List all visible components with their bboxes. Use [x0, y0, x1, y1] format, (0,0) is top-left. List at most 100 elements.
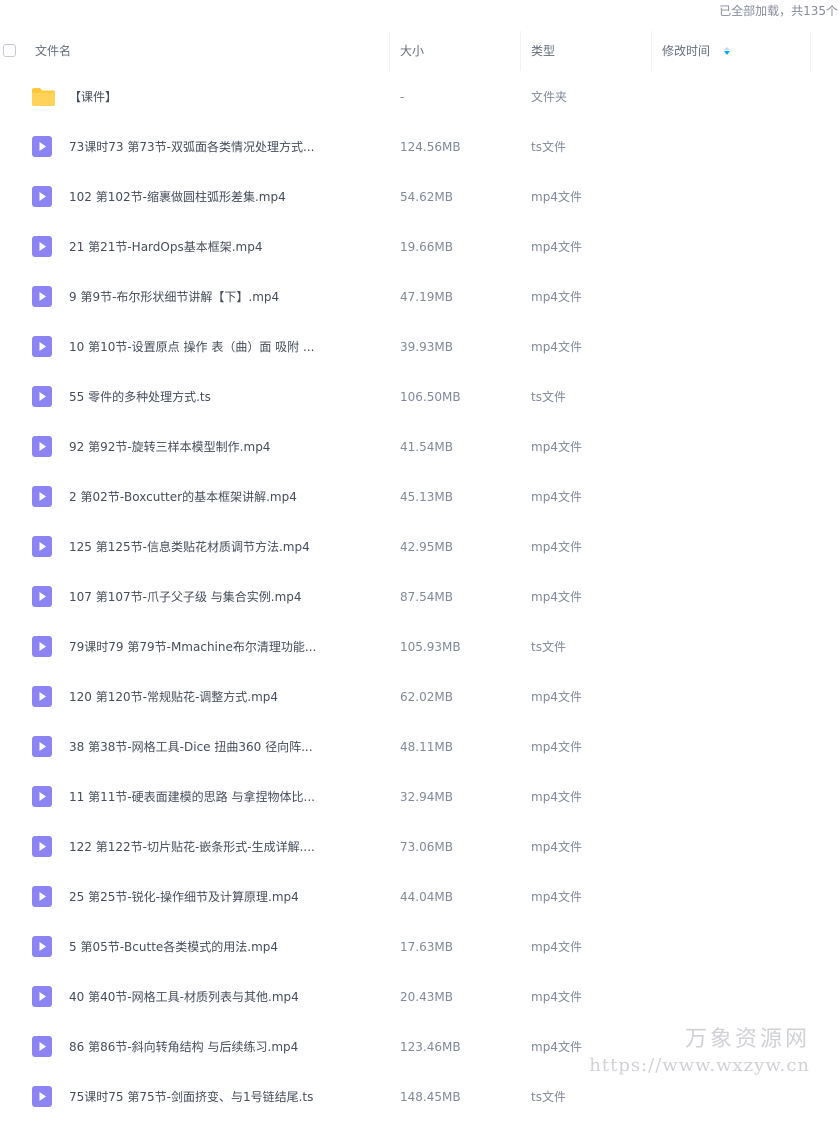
file-type: mp4文件: [531, 340, 582, 354]
file-name[interactable]: 21 第21节-HardOps基本框架.mp4: [69, 222, 262, 272]
file-size: 105.93MB: [400, 640, 461, 654]
file-name[interactable]: 10 第10节-设置原点 操作 表（曲）面 吸附 ...: [69, 322, 314, 372]
video-file-icon: [32, 436, 52, 457]
file-name[interactable]: 11 第11节-硬表面建模的思路 与拿捏物体比...: [69, 772, 315, 822]
file-type: mp4文件: [531, 290, 582, 304]
file-name[interactable]: 120 第120节-常规贴花-调整方式.mp4: [69, 672, 278, 722]
file-size: 148.45MB: [400, 1090, 461, 1104]
file-type: mp4文件: [531, 1040, 582, 1054]
video-file-icon: [32, 636, 52, 657]
file-row[interactable]: 107 第107节-爪子父子级 与集合实例.mp4 87.54MB mp4文件: [0, 572, 840, 622]
video-file-icon: [32, 386, 52, 407]
file-name[interactable]: 92 第92节-旋转三样本模型制作.mp4: [69, 422, 270, 472]
file-name[interactable]: 55 零件的多种处理方式.ts: [69, 372, 211, 422]
file-size: 123.46MB: [400, 1040, 461, 1054]
video-file-icon: [32, 1036, 52, 1057]
file-type: mp4文件: [531, 590, 582, 604]
file-row[interactable]: 86 第86节-斜向转角结构 与后续练习.mp4 123.46MB mp4文件: [0, 1022, 840, 1072]
file-name[interactable]: 9 第9节-布尔形状细节讲解【下】.mp4: [69, 272, 279, 322]
file-size: -: [400, 90, 405, 104]
file-name[interactable]: 122 第122节-切片贴花-嵌条形式-生成详解....: [69, 822, 315, 872]
file-name[interactable]: 79课时79 第79节-Mmachine布尔清理功能...: [69, 622, 316, 672]
file-type: ts文件: [531, 640, 566, 654]
file-row[interactable]: 【课件】 - 文件夹: [0, 72, 840, 122]
video-file-icon: [32, 586, 52, 607]
file-type: ts文件: [531, 390, 566, 404]
video-file-icon: [32, 736, 52, 757]
video-file-icon: [32, 786, 52, 807]
file-name[interactable]: 5 第05节-Bcutte各类模式的用法.mp4: [69, 922, 278, 972]
file-row[interactable]: 75课时75 第75节-剑面挤变、与1号链结尾.ts 148.45MB ts文件: [0, 1072, 840, 1122]
file-size: 124.56MB: [400, 140, 461, 154]
file-size: 47.19MB: [400, 290, 453, 304]
file-type: mp4文件: [531, 690, 582, 704]
file-size: 41.54MB: [400, 440, 453, 454]
file-name[interactable]: 40 第40节-网格工具-材质列表与其他.mp4: [69, 972, 299, 1022]
file-row[interactable]: 79课时79 第79节-Mmachine布尔清理功能... 105.93MB ts文…: [0, 622, 840, 672]
file-row[interactable]: 25 第25节-锐化-操作细节及计算原理.mp4 44.04MB mp4文件: [0, 872, 840, 922]
column-modified-header[interactable]: 修改时间: [652, 31, 811, 71]
file-size: 42.95MB: [400, 540, 453, 554]
file-size: 45.13MB: [400, 490, 453, 504]
video-file-icon: [32, 986, 52, 1007]
file-type: mp4文件: [531, 890, 582, 904]
file-row[interactable]: 125 第125节-信息类贴花材质调节方法.mp4 42.95MB mp4文件: [0, 522, 840, 572]
column-name-label: 文件名: [35, 44, 72, 58]
folder-icon: [32, 88, 55, 106]
file-row[interactable]: 122 第122节-切片贴花-嵌条形式-生成详解.... 73.06MB mp4文件: [0, 822, 840, 872]
file-type: mp4文件: [531, 990, 582, 1004]
file-type: mp4文件: [531, 240, 582, 254]
file-row[interactable]: 10 第10节-设置原点 操作 表（曲）面 吸附 ... 39.93MB mp4文件: [0, 322, 840, 372]
video-file-icon: [32, 336, 52, 357]
file-name[interactable]: 107 第107节-爪子父子级 与集合实例.mp4: [69, 572, 302, 622]
file-type: 文件夹: [531, 90, 568, 104]
file-row[interactable]: 120 第120节-常规贴花-调整方式.mp4 62.02MB mp4文件: [0, 672, 840, 722]
column-type-label: 类型: [531, 44, 556, 58]
video-file-icon: [32, 836, 52, 857]
column-size-label: 大小: [400, 44, 425, 58]
file-row[interactable]: 21 第21节-HardOps基本框架.mp4 19.66MB mp4文件: [0, 222, 840, 272]
file-type: mp4文件: [531, 940, 582, 954]
video-file-icon: [32, 1086, 52, 1107]
file-name[interactable]: 125 第125节-信息类贴花材质调节方法.mp4: [69, 522, 310, 572]
file-size: 62.02MB: [400, 690, 453, 704]
file-type: mp4文件: [531, 190, 582, 204]
sort-descending-icon[interactable]: [723, 46, 730, 55]
file-name[interactable]: 86 第86节-斜向转角结构 与后续练习.mp4: [69, 1022, 298, 1072]
file-size: 54.62MB: [400, 190, 453, 204]
file-row[interactable]: 102 第102节-缩裹做圆柱弧形差集.mp4 54.62MB mp4文件: [0, 172, 840, 222]
file-name[interactable]: 25 第25节-锐化-操作细节及计算原理.mp4: [69, 872, 299, 922]
file-row[interactable]: 73课时73 第73节-双弧面各类情况处理方式... 124.56MB ts文件: [0, 122, 840, 172]
file-name[interactable]: 102 第102节-缩裹做圆柱弧形差集.mp4: [69, 172, 286, 222]
file-size: 17.63MB: [400, 940, 453, 954]
video-file-icon: [32, 136, 52, 157]
file-list-header: 文件名 大小 类型 修改时间: [0, 31, 840, 71]
file-type: mp4文件: [531, 440, 582, 454]
file-name[interactable]: 75课时75 第75节-剑面挤变、与1号链结尾.ts: [69, 1072, 313, 1122]
file-type: mp4文件: [531, 790, 582, 804]
file-name[interactable]: 2 第02节-Boxcutter的基本框架讲解.mp4: [69, 472, 297, 522]
file-row[interactable]: 9 第9节-布尔形状细节讲解【下】.mp4 47.19MB mp4文件: [0, 272, 840, 322]
column-size-header[interactable]: 大小: [390, 31, 521, 71]
file-row[interactable]: 92 第92节-旋转三样本模型制作.mp4 41.54MB mp4文件: [0, 422, 840, 472]
video-file-icon: [32, 936, 52, 957]
column-name-header[interactable]: 文件名: [0, 31, 390, 71]
file-size: 87.54MB: [400, 590, 453, 604]
file-row[interactable]: 11 第11节-硬表面建模的思路 与拿捏物体比... 32.94MB mp4文件: [0, 772, 840, 822]
video-file-icon: [32, 886, 52, 907]
file-row[interactable]: 40 第40节-网格工具-材质列表与其他.mp4 20.43MB mp4文件: [0, 972, 840, 1022]
file-name[interactable]: 【课件】: [69, 72, 117, 122]
file-row[interactable]: 2 第02节-Boxcutter的基本框架讲解.mp4 45.13MB mp4文件: [0, 472, 840, 522]
select-all-checkbox[interactable]: [3, 44, 16, 57]
file-row[interactable]: 38 第38节-网格工具-Dice 扭曲360 径向阵... 48.11MB mp4…: [0, 722, 840, 772]
file-name[interactable]: 73课时73 第73节-双弧面各类情况处理方式...: [69, 122, 314, 172]
file-size: 19.66MB: [400, 240, 453, 254]
video-file-icon: [32, 186, 52, 207]
file-row[interactable]: 5 第05节-Bcutte各类模式的用法.mp4 17.63MB mp4文件: [0, 922, 840, 972]
video-file-icon: [32, 536, 52, 557]
column-type-header[interactable]: 类型: [521, 31, 652, 71]
file-row[interactable]: 55 零件的多种处理方式.ts 106.50MB ts文件: [0, 372, 840, 422]
file-name[interactable]: 38 第38节-网格工具-Dice 扭曲360 径向阵...: [69, 722, 313, 772]
file-size: 73.06MB: [400, 840, 453, 854]
video-file-icon: [32, 236, 52, 257]
